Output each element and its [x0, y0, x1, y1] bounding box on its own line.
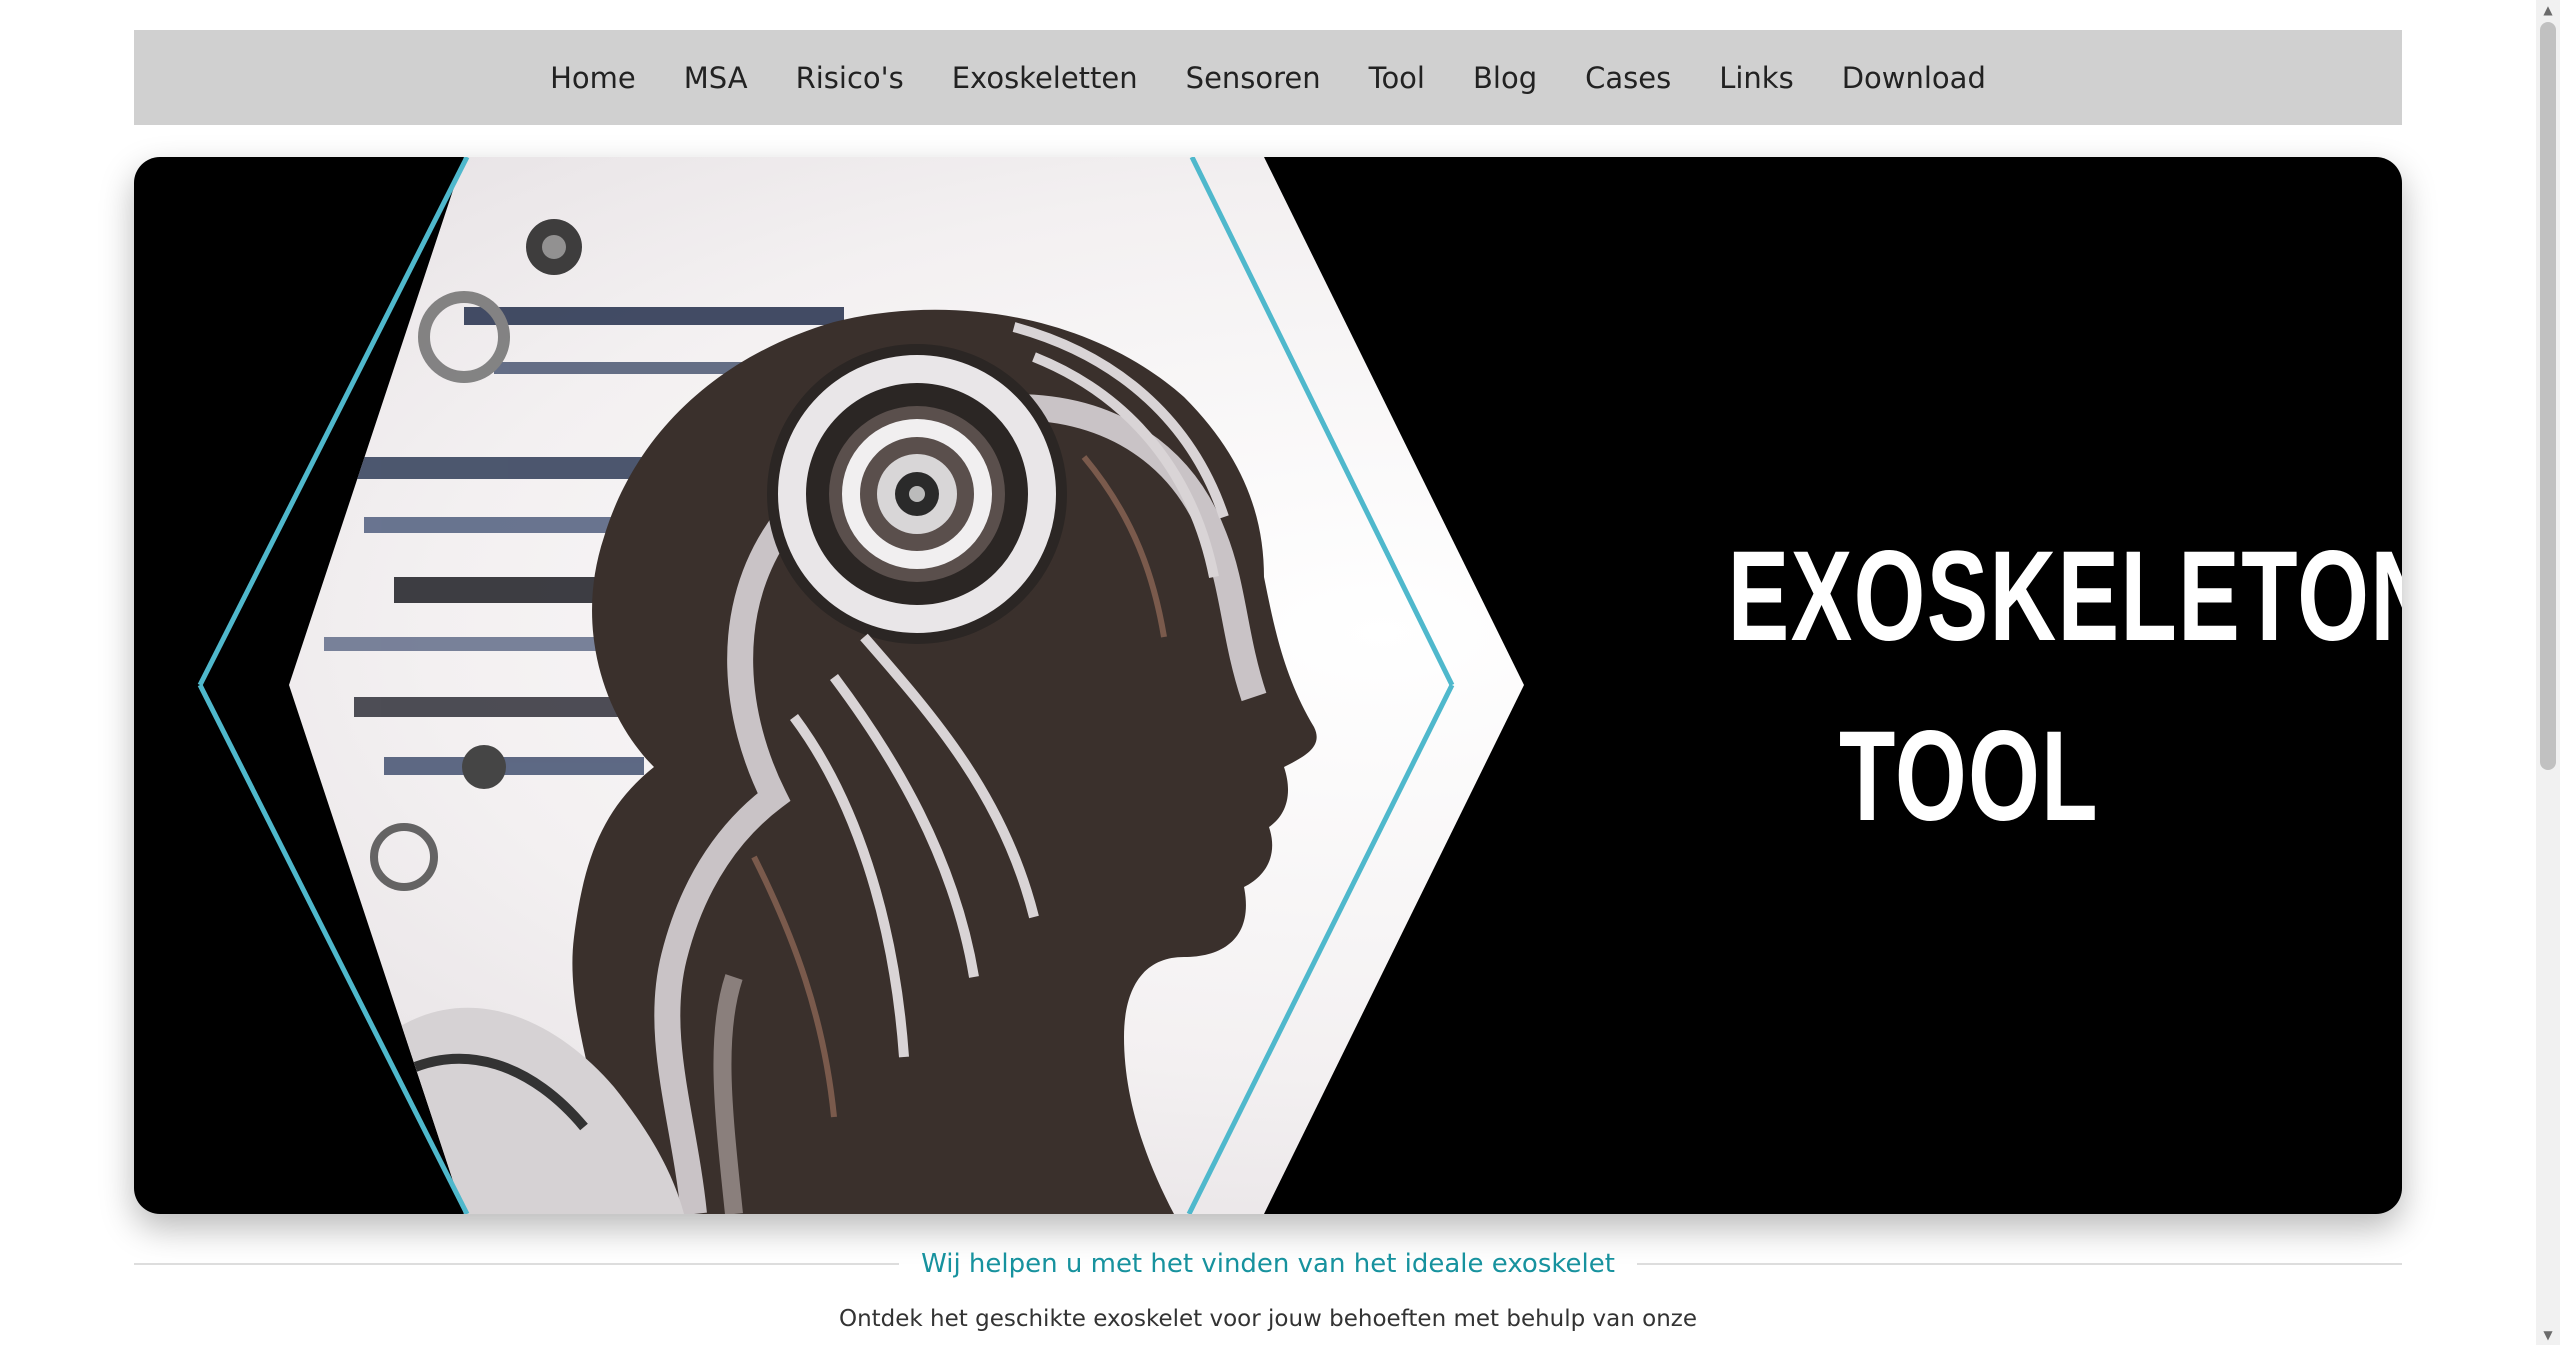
section-heading-row: Wij helpen u met het vinden van het idea… — [134, 1246, 2402, 1282]
intro-paragraph: Ontdek het geschikte exoskelet voor jouw… — [838, 1306, 1698, 1332]
scroll-down-icon[interactable]: ▼ — [2536, 1325, 2560, 1345]
nav-link-risicos[interactable]: Risico's — [796, 61, 904, 95]
nav-link-home[interactable]: Home — [550, 61, 636, 95]
hero-title-line-2: TOOL — [1838, 705, 2100, 848]
divider-left — [134, 1263, 900, 1265]
scroll-up-icon[interactable]: ▲ — [2536, 0, 2560, 20]
hero-title-line-1: EXOSKELETON — [1727, 525, 2402, 668]
nav-link-msa[interactable]: MSA — [684, 61, 748, 95]
main-navigation: Home MSA Risico's Exoskeletten Sensoren … — [134, 30, 2402, 125]
nav-link-blog[interactable]: Blog — [1473, 61, 1537, 95]
nav-link-links[interactable]: Links — [1719, 61, 1794, 95]
section-heading: Wij helpen u met het vinden van het idea… — [921, 1249, 1615, 1279]
hero-banner: EXOSKELETON TOOL — [134, 157, 2402, 1214]
nav-link-exoskeletten[interactable]: Exoskeletten — [952, 61, 1138, 95]
hero-title: EXOSKELETON TOOL — [1727, 507, 2402, 867]
nav-link-cases[interactable]: Cases — [1585, 61, 1671, 95]
scrollbar-thumb[interactable] — [2540, 22, 2556, 770]
vertical-scrollbar[interactable]: ▲ ▼ — [2536, 0, 2560, 1345]
divider-right — [1636, 1263, 2402, 1265]
nav-link-tool[interactable]: Tool — [1369, 61, 1425, 95]
nav-link-download[interactable]: Download — [1842, 61, 1986, 95]
page: Home MSA Risico's Exoskeletten Sensoren … — [0, 0, 2560, 1345]
nav-link-sensoren[interactable]: Sensoren — [1186, 61, 1321, 95]
